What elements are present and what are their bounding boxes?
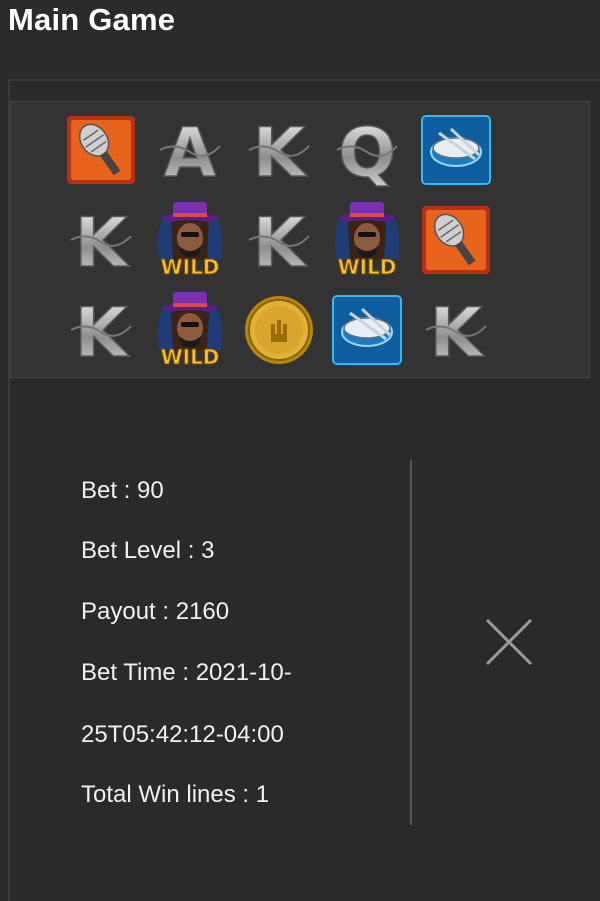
reel-grid: A K Q K WILD K WILD K WILD K — [10, 101, 590, 378]
letter-k-icon: K — [56, 195, 146, 285]
total-win-lines: Total Win lines : 1 — [81, 781, 270, 808]
vertical-divider — [410, 460, 412, 825]
drum-icon — [411, 105, 501, 195]
bet-level: Bet Level : 3 — [81, 537, 215, 564]
letter-k-icon: K — [56, 285, 146, 375]
page-title: Main Game — [8, 2, 176, 37]
svg-text:WILD: WILD — [161, 345, 220, 369]
letter-k-icon: K — [234, 195, 324, 285]
microphone-icon — [411, 195, 501, 285]
letter-k-icon: K — [234, 105, 324, 195]
bet-time-line-2: 25T05:42:12-04:00 — [81, 721, 284, 748]
gold-coin-icon — [234, 285, 324, 375]
payout: Payout : 2160 — [81, 598, 230, 625]
close-button[interactable] — [481, 614, 537, 670]
svg-text:WILD: WILD — [338, 255, 397, 279]
bet-time-line-1: Bet Time : 2021-10- — [81, 659, 292, 686]
wild-rocker-icon: WILD — [145, 285, 235, 375]
close-icon — [485, 618, 533, 666]
letter-q-icon: Q — [322, 105, 412, 195]
wild-rocker-icon: WILD — [322, 195, 412, 285]
letter-k-icon: K — [411, 285, 501, 375]
svg-text:WILD: WILD — [161, 255, 220, 279]
drum-icon — [322, 285, 412, 375]
microphone-icon — [56, 105, 146, 195]
wild-rocker-icon: WILD — [145, 195, 235, 285]
bet-amount: Bet : 90 — [81, 477, 164, 504]
letter-a-icon: A — [145, 105, 235, 195]
